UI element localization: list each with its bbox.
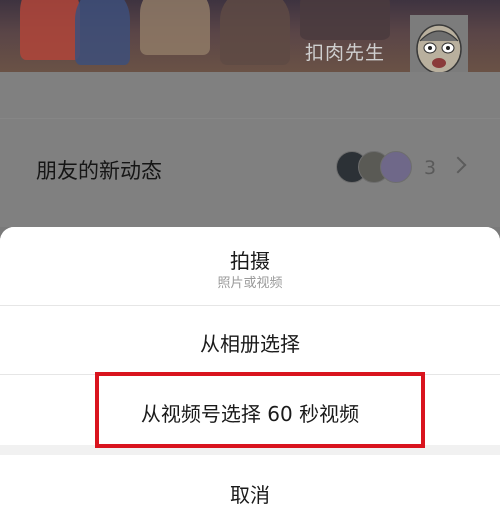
shoot-sublabel: 照片或视频	[217, 276, 283, 291]
divider	[0, 118, 500, 119]
friends-updates-label: 朋友的新动态	[36, 159, 162, 183]
friends-updates-row[interactable]: 朋友的新动态 3	[0, 133, 500, 203]
cover-figure	[75, 0, 130, 65]
cover-figure	[20, 0, 80, 60]
choose-from-channels-option[interactable]: 从视频号选择 60 秒视频	[0, 375, 500, 445]
action-sheet: 拍摄 照片或视频 从相册选择 从视频号选择 60 秒视频 取消	[0, 227, 500, 525]
friends-updates-count: 3	[424, 157, 437, 179]
cancel-label: 取消	[230, 483, 270, 507]
chevron-right-icon	[449, 156, 467, 174]
friend-thumbnail	[380, 151, 412, 183]
choose-from-channels-label: 从视频号选择 60 秒视频	[140, 402, 360, 426]
shoot-label: 拍摄	[230, 249, 270, 273]
section-gap	[0, 445, 500, 455]
profile-nickname: 扣肉先生	[305, 42, 386, 64]
cancel-button[interactable]: 取消	[0, 455, 500, 525]
cover-figure	[220, 0, 290, 65]
cover-figure	[300, 0, 390, 40]
shoot-option[interactable]: 拍摄 照片或视频	[0, 227, 500, 305]
friend-thumbnails	[336, 151, 412, 183]
choose-from-album-label: 从相册选择	[200, 332, 300, 356]
choose-from-album-option[interactable]: 从相册选择	[0, 306, 500, 374]
cover-figure	[140, 0, 210, 55]
